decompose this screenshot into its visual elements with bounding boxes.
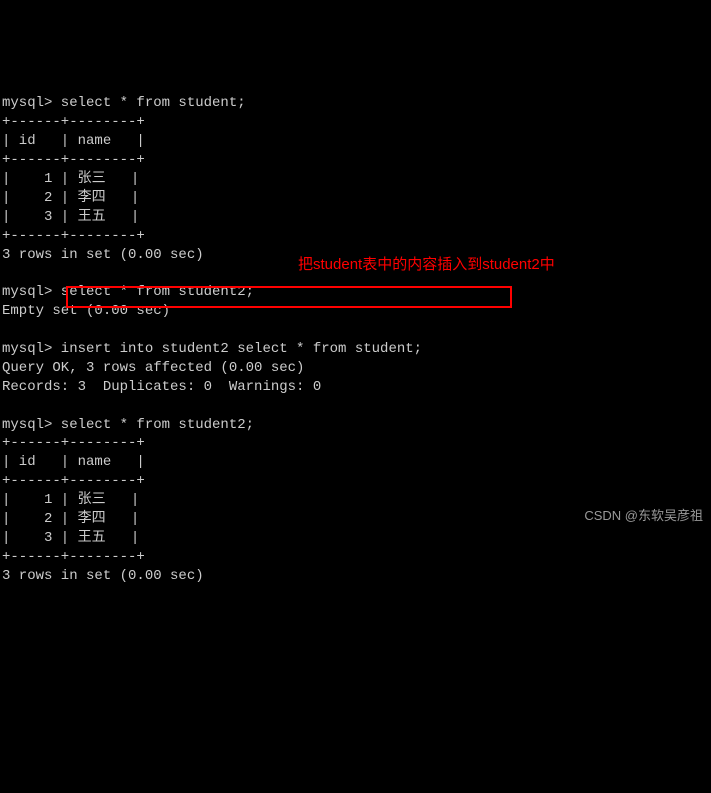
table-row: | 2 | 李四 | bbox=[2, 511, 139, 527]
table-row: | 3 | 王五 | bbox=[2, 209, 139, 225]
table-header: | id | name | bbox=[2, 133, 145, 149]
result-summary: 3 rows in set (0.00 sec) bbox=[2, 568, 204, 584]
prompt-line[interactable]: mysql> select * from student; bbox=[2, 95, 246, 111]
result-summary: 3 rows in set (0.00 sec) bbox=[2, 247, 204, 263]
watermark: CSDN @东软吴彦祖 bbox=[584, 507, 703, 525]
prompt-line[interactable]: mysql> select * from student2; bbox=[2, 417, 254, 433]
table-row: | 2 | 李四 | bbox=[2, 190, 139, 206]
table-row: | 3 | 王五 | bbox=[2, 530, 139, 546]
table-row: | 1 | 张三 | bbox=[2, 171, 139, 187]
table-header: | id | name | bbox=[2, 454, 145, 470]
prompt-line[interactable]: mysql> insert into student2 select * fro… bbox=[2, 341, 422, 357]
table-border: +------+--------+ bbox=[2, 152, 145, 168]
highlight-box bbox=[66, 286, 512, 308]
table-row: | 1 | 张三 | bbox=[2, 492, 139, 508]
annotation-text: 把student表中的内容插入到student2中 bbox=[298, 255, 555, 275]
table-border: +------+--------+ bbox=[2, 435, 145, 451]
table-border: +------+--------+ bbox=[2, 473, 145, 489]
table-border: +------+--------+ bbox=[2, 228, 145, 244]
table-border: +------+--------+ bbox=[2, 114, 145, 130]
result-summary: Query OK, 3 rows affected (0.00 sec) bbox=[2, 360, 304, 376]
result-summary: Records: 3 Duplicates: 0 Warnings: 0 bbox=[2, 379, 321, 395]
table-border: +------+--------+ bbox=[2, 549, 145, 565]
